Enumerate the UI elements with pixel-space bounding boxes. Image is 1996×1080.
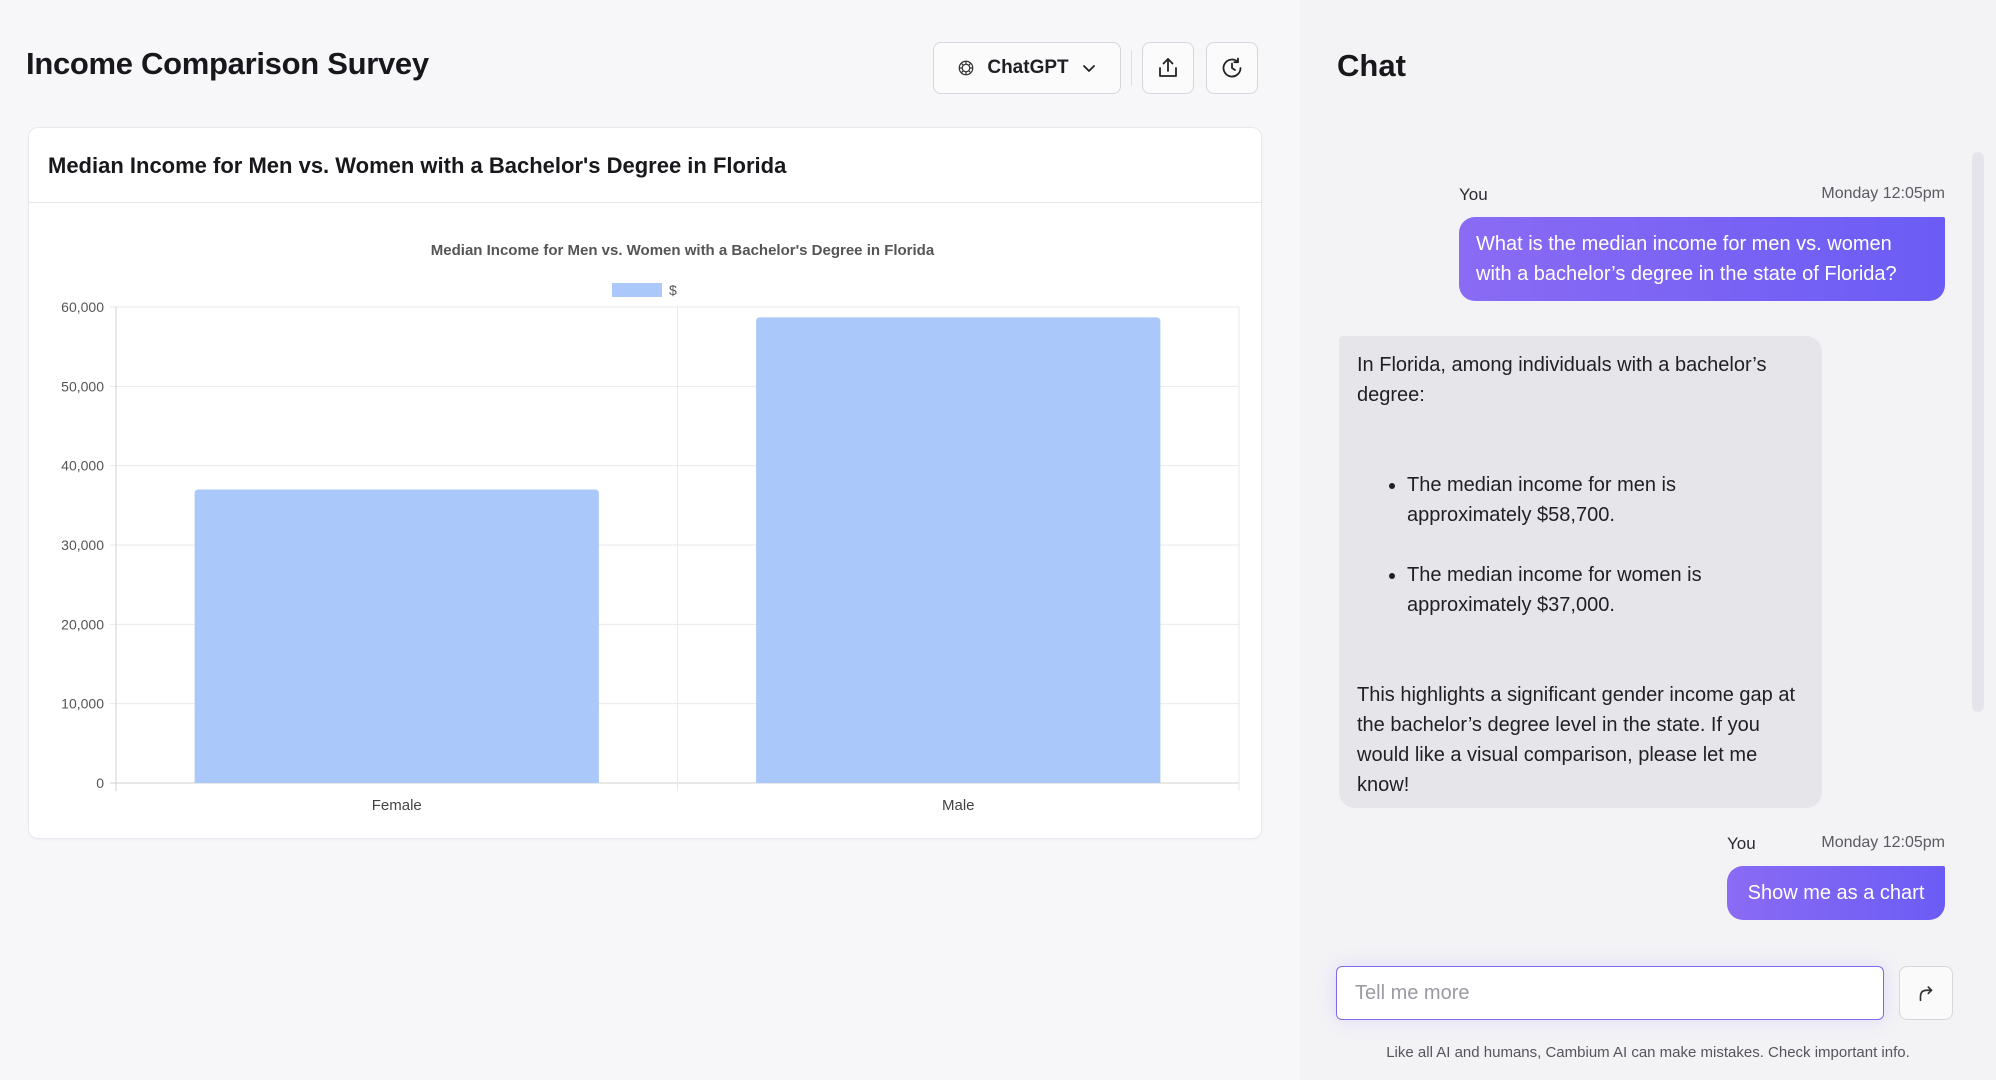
y-tick-label: 0 (96, 775, 104, 791)
bar (194, 489, 599, 783)
assistant-message-bubble: In Florida, among individuals with a bac… (1339, 336, 1822, 808)
x-tick-label: Female (372, 797, 422, 814)
chat-scrollbar[interactable] (1972, 152, 1984, 712)
model-select-dropdown[interactable]: ChatGPT (933, 42, 1121, 94)
message-time: Monday 12:05pm (1821, 185, 1945, 202)
y-tick-label: 60,000 (61, 299, 104, 315)
bar-chart: Median Income for Men vs. Women with a B… (61, 242, 1240, 814)
history-button[interactable] (1206, 42, 1258, 94)
chat-title: Chat (1337, 48, 1406, 83)
send-arrow-icon (1915, 982, 1937, 1004)
list-item: The median income for men is approximate… (1407, 470, 1804, 530)
y-tick-label: 40,000 (61, 458, 104, 474)
list-item: The median income for women is approxima… (1407, 560, 1804, 620)
toolbar-divider (1131, 50, 1132, 86)
message-author: You (1727, 834, 1756, 853)
history-icon (1220, 56, 1244, 80)
chevron-down-icon (1081, 60, 1097, 76)
toolbar: ChatGPT (933, 41, 1258, 95)
message-meta: You Monday 12:05pm (1459, 185, 1945, 205)
chart-card-title: Median Income for Men vs. Women with a B… (48, 153, 787, 178)
openai-icon (957, 59, 975, 77)
assistant-message-intro: In Florida, among individuals with a bac… (1357, 354, 1767, 406)
share-upload-icon (1156, 56, 1180, 80)
y-tick-label: 50,000 (61, 378, 104, 394)
assistant-message-closing: This highlights a significant gender inc… (1357, 684, 1796, 796)
user-message-bubble: Show me as a chart (1727, 866, 1945, 920)
chart-card: Median Income for Men vs. Women with a B… (28, 127, 1262, 839)
chat-input[interactable] (1336, 966, 1884, 1020)
chart-title: Median Income for Men vs. Women with a B… (431, 242, 935, 259)
x-tick-label: Male (942, 797, 975, 814)
bar (756, 317, 1161, 783)
share-button[interactable] (1142, 42, 1194, 94)
y-tick-label: 30,000 (61, 537, 104, 553)
message-time: Monday 12:05pm (1821, 834, 1945, 851)
message-author: You (1459, 185, 1488, 204)
y-tick-label: 20,000 (61, 616, 104, 632)
assistant-message-list: The median income for men is approximate… (1357, 470, 1804, 620)
user-message-bubble: What is the median income for men vs. wo… (1459, 217, 1945, 301)
message-meta: You Monday 12:05pm (1727, 834, 1945, 854)
page-title: Income Comparison Survey (26, 46, 429, 81)
y-tick-label: 10,000 (61, 696, 104, 712)
model-select-label: ChatGPT (987, 57, 1069, 78)
send-button[interactable] (1899, 966, 1953, 1020)
disclaimer: Like all AI and humans, Cambium AI can m… (1386, 1044, 1910, 1061)
legend-swatch (612, 283, 662, 297)
legend-label: $ (669, 282, 677, 298)
